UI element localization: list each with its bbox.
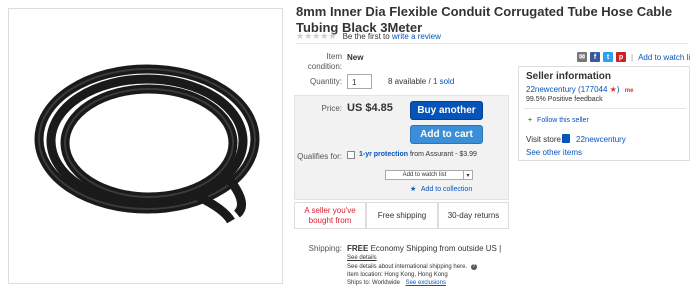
seller-name-link[interactable]: 22newcentury — [526, 85, 576, 94]
me-badge-icon: me — [624, 88, 634, 94]
follow-seller[interactable]: + Follow this seller — [528, 117, 589, 124]
store-name-link[interactable]: 22newcentury — [576, 135, 626, 144]
quantity-label: Quantity: — [309, 77, 342, 86]
seller-bought-badge: A seller you've bought from — [294, 202, 366, 229]
pinterest-icon[interactable]: p — [616, 52, 626, 62]
see-other-items-link[interactable]: See other items — [526, 148, 582, 157]
email-icon[interactable]: ✉ — [577, 52, 587, 62]
add-to-cart-button[interactable]: Add to cart — [410, 125, 483, 144]
protection-checkbox[interactable] — [347, 151, 355, 159]
free-shipping-badge: Free shipping — [366, 202, 438, 229]
visit-store-label: Visit store: — [526, 135, 564, 144]
positive-feedback: 99.5% Positive feedback — [526, 96, 603, 103]
available-count: 8 available — [388, 77, 427, 86]
quantity-input[interactable]: 1 — [347, 74, 372, 89]
seller-name-row: 22newcentury (177044 ★) me — [526, 85, 634, 94]
feedback-count-link[interactable]: 177044 — [581, 85, 608, 94]
see-exclusions-link[interactable]: See exclusions — [406, 280, 446, 286]
follow-seller-link[interactable]: Follow this seller — [537, 117, 589, 124]
add-to-collection[interactable]: ★ Add to collection — [410, 185, 472, 193]
protection-link[interactable]: 1-yr protection — [359, 151, 408, 158]
condition-value: New — [347, 53, 364, 62]
write-review-link[interactable]: write a review — [392, 32, 441, 41]
rating-text: Be the first to — [342, 32, 390, 41]
protection-price: from Assurant - $3.99 — [409, 151, 477, 158]
share-separator: | — [631, 52, 634, 62]
availability: 8 available / 1 sold — [388, 77, 455, 86]
price-value: US $4.85 — [347, 102, 393, 114]
rating-row: ★★★★★ Be the first to write a review — [296, 31, 441, 42]
ships-to: Ships to: Worldwide See exclusions — [347, 280, 446, 286]
star-icon: ★ — [410, 186, 417, 193]
plus-icon: + — [528, 117, 533, 124]
shipping-label: Shipping: — [308, 244, 342, 253]
product-image[interactable] — [8, 8, 283, 284]
see-details-link[interactable]: See details — [347, 255, 377, 261]
shipping-value: FREE Economy Shipping from outside US | — [347, 244, 501, 253]
facebook-icon[interactable]: f — [590, 52, 600, 62]
rating-stars-icon: ★★★★★ — [296, 31, 337, 41]
watch-list-button-label[interactable]: Add to watch list — [386, 172, 463, 178]
share-row: ✉ f t p | Add to watch list — [577, 52, 690, 62]
returns-badge: 30-day returns — [438, 202, 509, 229]
price-label: Price: — [321, 104, 342, 113]
ships-to-text: Ships to: Worldwide — [347, 280, 400, 286]
twitter-icon[interactable]: t — [603, 52, 613, 62]
seller-divider — [524, 108, 686, 109]
shipping-desc: Economy Shipping from outside US | — [370, 244, 502, 253]
watch-list-dropdown[interactable]: Add to watch list ▾ — [385, 170, 473, 180]
sold-link[interactable]: 1 sold — [433, 77, 454, 86]
protection-offer: 1-yr protection from Assurant - $3.99 — [359, 151, 477, 158]
intl-shipping-note: See details about international shipping… — [347, 264, 477, 270]
qualifies-label: Qualifies for: — [297, 152, 342, 161]
shipping-free: FREE — [347, 244, 369, 253]
add-to-watch-list-link[interactable]: Add to watch list — [638, 53, 690, 62]
seller-info-title: Seller information — [526, 71, 612, 82]
add-to-collection-link[interactable]: Add to collection — [421, 186, 472, 193]
intl-shipping-text: See details about international shipping… — [347, 264, 468, 270]
title-divider — [296, 43, 688, 44]
help-icon[interactable]: ? — [470, 264, 477, 270]
store-icon[interactable] — [562, 134, 570, 143]
buy-another-button[interactable]: Buy another — [410, 101, 483, 120]
item-location: Item location: Hong Kong, Hong Kong — [347, 272, 448, 278]
chevron-down-icon[interactable]: ▾ — [463, 171, 472, 179]
feedback-star-icon: ★ — [609, 85, 617, 94]
condition-label: Item condition: — [307, 52, 342, 71]
